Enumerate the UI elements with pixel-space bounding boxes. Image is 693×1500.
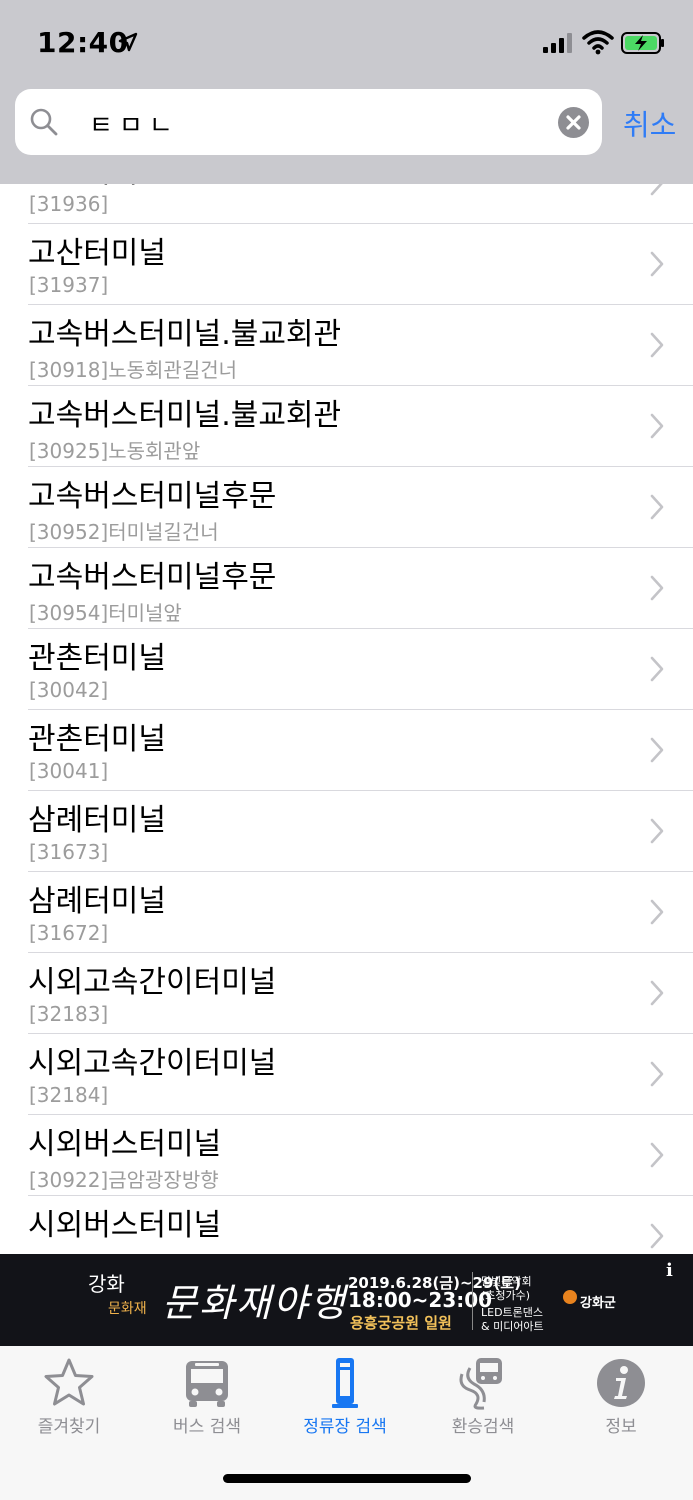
county-logo-icon	[563, 1290, 577, 1304]
stop-detail: [31672]	[29, 921, 109, 945]
tab-label: 정류장 검색	[303, 1417, 387, 1437]
search-header: 12:40 ㅌㅁㄴ 취소	[0, 0, 693, 184]
stop-detail: [32183]	[29, 1002, 109, 1026]
chevron-right-icon	[650, 413, 664, 439]
tab-label: 즐겨찾기	[37, 1417, 101, 1437]
list-item[interactable]: 고속버스터미널후문 [30954]터미널앞	[0, 548, 693, 629]
stop-name: 고산터미널	[28, 236, 166, 271]
location-arrow-icon	[118, 32, 138, 52]
home-indicator[interactable]	[223, 1474, 471, 1483]
ad-info-icon[interactable]: i	[666, 1260, 673, 1281]
chevron-right-icon	[650, 1223, 664, 1249]
bus-icon	[186, 1361, 228, 1407]
stop-name: 고속버스터미널.불교회관	[28, 398, 342, 433]
chevron-right-icon	[650, 1061, 664, 1087]
list-item[interactable]: 시외고속간이터미널 [32183]	[0, 953, 693, 1034]
status-bar: 12:40	[0, 0, 693, 80]
stop-name: 시외고속간이터미널	[28, 1046, 277, 1081]
list-item[interactable]: 고산터미널 [31937]	[0, 224, 693, 305]
tab-label: 버스 검색	[173, 1417, 241, 1437]
battery-charging-icon	[621, 32, 664, 54]
stop-detail: [31673]	[29, 840, 109, 864]
ad-logo-top: 강화	[88, 1272, 125, 1296]
ad-divider	[472, 1272, 473, 1330]
list-item[interactable]: 시외고속간이터미널 [32184]	[0, 1034, 693, 1115]
stop-detail: [31937]	[29, 273, 109, 297]
stop-detail: [31936]	[29, 192, 109, 216]
tab-info[interactable]: 정보	[552, 1346, 690, 1446]
stop-name: 관촌터미널	[28, 641, 166, 676]
list-item[interactable]: 삼례터미널 [31673]	[0, 791, 693, 872]
clear-search-button[interactable]	[558, 107, 589, 138]
chevron-right-icon	[650, 1142, 664, 1168]
stop-detail: [30041]	[29, 759, 109, 783]
ad-logo-bottom: 문화재	[108, 1301, 147, 1317]
status-time: 12:40	[37, 26, 129, 59]
chevron-right-icon	[650, 980, 664, 1006]
ad-program-4: & 미디어아트	[481, 1320, 544, 1333]
stop-name: 고속버스터미널후문	[28, 560, 277, 595]
chevron-right-icon	[650, 899, 664, 925]
tab-label: 정보	[605, 1417, 637, 1437]
search-icon	[30, 108, 58, 136]
bus-stop-icon	[332, 1358, 358, 1408]
close-icon	[566, 115, 581, 130]
stop-name: 삼례터미널	[28, 803, 166, 838]
stop-detail: [30952]터미널길건너	[29, 520, 219, 544]
chevron-right-icon	[650, 251, 664, 277]
chevron-right-icon	[650, 737, 664, 763]
chevron-right-icon	[650, 575, 664, 601]
list-item[interactable]: 시외버스터미널	[0, 1196, 693, 1254]
chevron-right-icon	[650, 818, 664, 844]
ad-banner[interactable]: 강화 문화재 문화재야행 2019.6.28(금)~29(토) 18:00~23…	[0, 1254, 693, 1346]
stop-name: 삼례터미널	[28, 884, 166, 919]
ad-festival-title: 문화재야행	[162, 1281, 347, 1325]
star-icon	[44, 1358, 94, 1406]
stop-name: 시외버스터미널	[28, 1208, 222, 1243]
tab-bus-search[interactable]: 버스 검색	[138, 1346, 276, 1446]
info-icon	[597, 1359, 645, 1407]
list-item[interactable]: 고속버스터미널.불교회관 [30918]노동회관길건너	[0, 305, 693, 386]
stop-name: 고속버스터미널후문	[28, 479, 277, 514]
search-input[interactable]: ㅌㅁㄴ	[15, 89, 602, 155]
list-item[interactable]: 관촌터미널 [30041]	[0, 710, 693, 791]
ad-hours: 18:00~23:00	[348, 1288, 493, 1312]
stop-detail: [30922]금암광장방향	[29, 1168, 219, 1192]
list-item[interactable]: 삼례터미널 [31672]	[0, 872, 693, 953]
stop-name: 시외고속간이터미널	[28, 965, 277, 1000]
stop-results-list: 고산터미널 [31936] 고산터미널 [31937] 고속버스터미널.불교회관…	[0, 166, 693, 1254]
tab-label: 환승검색	[451, 1417, 515, 1437]
ad-county: 강화군	[580, 1296, 616, 1311]
stop-name: 시외버스터미널	[28, 1127, 222, 1162]
list-item[interactable]: 고속버스터미널.불교회관 [30925]노동회관앞	[0, 386, 693, 467]
tab-transfer-search[interactable]: 환승검색	[414, 1346, 552, 1446]
tab-stop-search[interactable]: 정류장 검색	[276, 1346, 414, 1446]
stop-detail: [30042]	[29, 678, 109, 702]
stop-detail: [30925]노동회관앞	[29, 439, 201, 463]
chevron-right-icon	[650, 332, 664, 358]
stop-detail: [32184]	[29, 1083, 109, 1107]
tab-favorites[interactable]: 즐겨찾기	[0, 1346, 138, 1446]
stop-name: 관촌터미널	[28, 722, 166, 757]
stop-name: 고속버스터미널.불교회관	[28, 317, 342, 352]
cancel-button[interactable]: 취소	[623, 102, 676, 144]
list-item[interactable]: 시외버스터미널 [30922]금암광장방향	[0, 1115, 693, 1196]
stop-detail: [30918]노동회관길건너	[29, 358, 238, 382]
chevron-right-icon	[650, 494, 664, 520]
chevron-right-icon	[650, 656, 664, 682]
list-item[interactable]: 고속버스터미널후문 [30952]터미널길건너	[0, 467, 693, 548]
transfer-icon	[459, 1358, 502, 1410]
stop-detail: [30954]터미널앞	[29, 601, 182, 625]
search-query[interactable]: ㅌㅁㄴ	[89, 105, 179, 142]
ad-program-2: (초청가수)	[481, 1289, 531, 1302]
ad-place: 용흥궁공원 일원	[350, 1314, 452, 1332]
wifi-icon	[582, 30, 614, 55]
list-item[interactable]: 관촌터미널 [30042]	[0, 629, 693, 710]
cellular-signal-icon	[543, 33, 572, 53]
